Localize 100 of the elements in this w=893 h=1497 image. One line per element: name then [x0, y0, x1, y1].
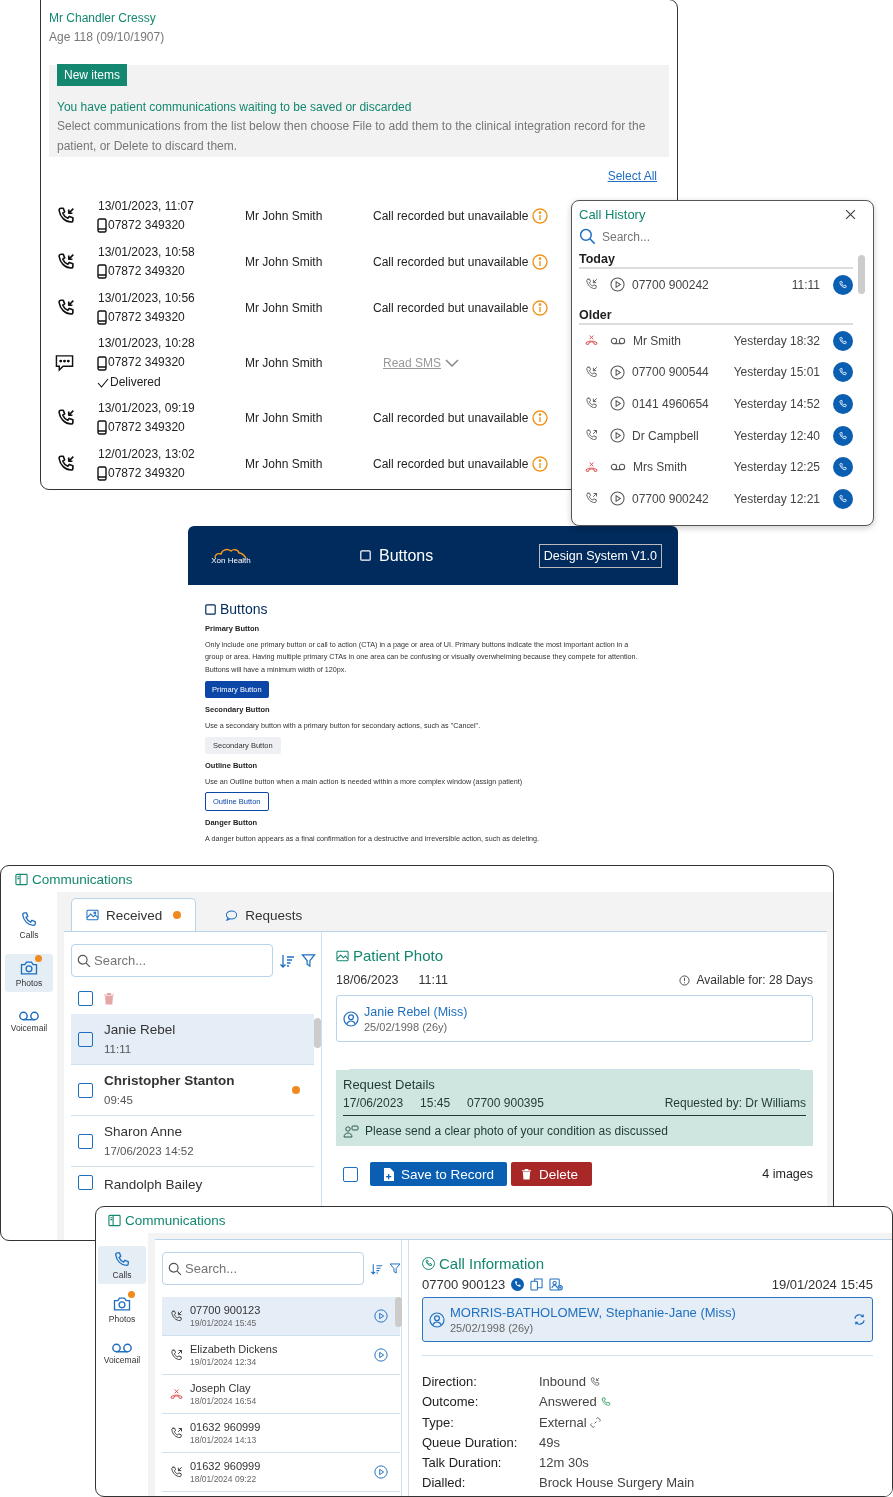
- play-icon[interactable]: [610, 428, 625, 444]
- patient-card[interactable]: Janie Rebel (Miss) 25/02/1998 (26y): [336, 995, 813, 1042]
- call-button[interactable]: [833, 457, 853, 478]
- voicemail-icon[interactable]: [610, 335, 626, 346]
- checkbox[interactable]: [78, 1133, 93, 1149]
- play-icon[interactable]: [610, 277, 625, 293]
- list-item[interactable]: Randolph Bailey: [71, 1167, 314, 1207]
- checkbox[interactable]: [78, 1175, 93, 1190]
- date-time: 13/01/2023, 11:07: [98, 197, 195, 215]
- call-list-item[interactable]: Elizabeth Dickens 19/01/2024 12:34: [162, 1336, 400, 1375]
- sort-icon[interactable]: [279, 952, 295, 969]
- nav-item[interactable]: Voicemail: [5, 1002, 53, 1040]
- call-list-item[interactable]: 07700 900123 19/01/2024 15:45: [162, 1297, 400, 1336]
- play-icon[interactable]: [610, 364, 625, 380]
- user-icon: [343, 1010, 359, 1027]
- checkbox[interactable]: [78, 1082, 93, 1098]
- call-button[interactable]: [833, 274, 853, 295]
- phone-icon: [838, 462, 848, 473]
- nav-item[interactable]: Calls: [98, 1246, 146, 1284]
- group-heading: Older: [579, 307, 853, 325]
- call-button[interactable]: [833, 393, 853, 414]
- mobile-phone-icon: [97, 310, 107, 326]
- section-heading: Buttons: [220, 601, 268, 617]
- add-contact-icon[interactable]: [549, 1278, 564, 1291]
- field-label: Talk Duration:: [422, 1454, 503, 1472]
- date-of-birth: 25/02/1998: [450, 1322, 506, 1334]
- scrollbar[interactable]: [395, 1297, 402, 1327]
- close-icon[interactable]: [845, 209, 856, 220]
- received-time: 09:45: [104, 1092, 134, 1108]
- nav-item[interactable]: Photos: [5, 954, 53, 992]
- list-item[interactable]: Sharon Anne 17/06/2023 14:52: [71, 1116, 314, 1167]
- call-list-item[interactable]: 01632 960999 18/01/2024 14:13: [162, 1414, 400, 1453]
- call-button[interactable]: [833, 330, 853, 351]
- refresh-icon[interactable]: [853, 1313, 866, 1326]
- checkbox[interactable]: [78, 991, 93, 1006]
- field-label: Outcome:: [422, 1393, 480, 1411]
- phone-icon: [838, 367, 848, 378]
- filter-icon[interactable]: [388, 1261, 401, 1276]
- patient-name: Mr Chandler Cressy: [49, 10, 157, 27]
- phone-icon: [838, 398, 848, 409]
- caller: 07700 900242: [632, 491, 710, 506]
- call-list-item[interactable]: 01632 960999 18/01/2024 09:22: [162, 1453, 400, 1492]
- select-all-link[interactable]: Select All: [607, 169, 657, 193]
- external-link-icon: [589, 1416, 601, 1428]
- phone-icon: [599, 1395, 612, 1408]
- play-icon[interactable]: [610, 491, 625, 507]
- list-item[interactable]: Christopher Stanton 09:45: [71, 1065, 314, 1116]
- search-field[interactable]: Search...: [162, 1252, 364, 1285]
- play-icon[interactable]: [610, 396, 625, 412]
- call-list-item[interactable]: Joseph Clay 18/01/2024 16:54: [162, 1375, 400, 1414]
- voicemail-icon: [18, 1009, 40, 1023]
- image-icon: [86, 909, 99, 921]
- window-title: Communications: [32, 871, 133, 887]
- contact-name: Mr John Smith: [245, 457, 324, 471]
- message-icon: [55, 354, 74, 372]
- list-item[interactable]: Janie Rebel 11:11: [71, 1014, 314, 1065]
- patient-link[interactable]: Janie Rebel (Miss): [364, 1004, 468, 1019]
- chevron-down-icon[interactable]: [445, 358, 460, 368]
- search-field[interactable]: Search...: [600, 228, 754, 245]
- tab[interactable]: Requests: [210, 898, 318, 931]
- scrollbar[interactable]: [858, 255, 865, 294]
- nav-item[interactable]: Calls: [5, 906, 53, 944]
- call-date-time: 19/01/2024 15:45: [771, 1277, 873, 1292]
- call-time: 18/01/2024 09:22: [190, 1472, 258, 1486]
- field-label: Direction:: [422, 1373, 478, 1391]
- play-icon[interactable]: [374, 1348, 388, 1362]
- delete-button[interactable]: Delete: [511, 1162, 593, 1186]
- copy-icon[interactable]: [530, 1278, 544, 1291]
- scrollbar[interactable]: [314, 1018, 321, 1048]
- play-icon[interactable]: [374, 1465, 388, 1479]
- patient-card[interactable]: MORRIS-BATHOLOMEW, Stephanie-Jane (Miss) 25/02/1998 (26y): [422, 1297, 873, 1342]
- checkbox[interactable]: [343, 1166, 358, 1182]
- call-button[interactable]: [833, 425, 853, 446]
- call-icon[interactable]: [511, 1278, 525, 1291]
- incoming-call-icon: [589, 1375, 601, 1388]
- notice-text: Select communications from the list below then choose File to add them to the clinical integration record for the patient, or Delete to discard them.: [57, 118, 647, 155]
- search-field[interactable]: Search...: [71, 944, 273, 977]
- check-icon: [97, 377, 109, 388]
- play-icon[interactable]: [374, 1309, 388, 1323]
- checkbox[interactable]: [78, 1031, 93, 1047]
- requested-by: Requested by: Dr Williams: [664, 1096, 806, 1110]
- phone-number: 07872 349320: [108, 217, 185, 234]
- caller: 07700 900544: [632, 365, 710, 380]
- phone-number: 07700 900123: [422, 1277, 506, 1292]
- nav-item[interactable]: Photos: [98, 1290, 146, 1328]
- sender-name: Randolph Bailey: [104, 1176, 204, 1194]
- voicemail-icon[interactable]: [610, 462, 626, 473]
- save-to-record-button[interactable]: Save to Record: [370, 1162, 508, 1186]
- phone-icon: [838, 493, 848, 504]
- call-time: Yesterday 15:01: [733, 365, 820, 380]
- phone-number: 07872 349320: [108, 309, 185, 326]
- filter-icon[interactable]: [301, 953, 316, 968]
- popup-title: Call History: [579, 207, 646, 222]
- caller: 0141 4960654: [632, 396, 710, 411]
- patient-link[interactable]: MORRIS-BATHOLOMEW, Stephanie-Jane (Miss): [450, 1305, 848, 1320]
- nav-item[interactable]: Voicemail: [98, 1334, 146, 1372]
- call-button[interactable]: [833, 362, 853, 383]
- call-button[interactable]: [833, 488, 853, 509]
- tab[interactable]: Received: [71, 898, 197, 931]
- search-icon: [77, 954, 91, 968]
